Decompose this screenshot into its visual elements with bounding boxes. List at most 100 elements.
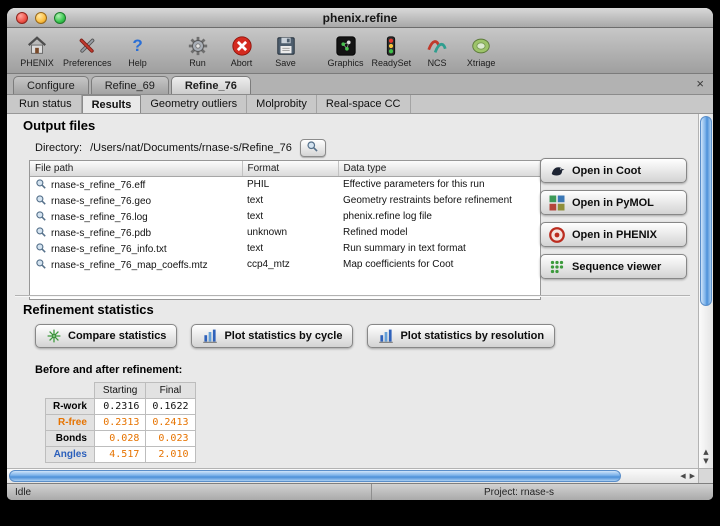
plot-by-cycle-button[interactable]: Plot statistics by cycle (191, 324, 353, 348)
sequence-viewer-button[interactable]: Sequence viewer (540, 254, 687, 279)
open-in-coot-button[interactable]: Open in Coot (540, 158, 687, 183)
file-name: rnase-s_refine_76.eff (51, 180, 145, 191)
directory-row: Directory: /Users/nat/Documents/rnase-s/… (35, 139, 326, 157)
tab-configure[interactable]: Configure (13, 76, 89, 94)
button-label: Plot statistics by cycle (224, 330, 342, 342)
close-window-button[interactable] (16, 12, 28, 24)
scroll-up-arrow-icon[interactable]: ▲ (703, 448, 708, 457)
output-files-heading: Output files (23, 118, 95, 133)
file-format: text (242, 241, 338, 257)
table-row[interactable]: rnase-s_refine_76_info.txt text Run summ… (30, 241, 540, 257)
statistics-buttons: Compare statistics Plot statistics by cy… (35, 324, 555, 348)
directory-value: /Users/nat/Documents/rnase-s/Refine_76 (90, 142, 292, 154)
toolbar-button-readyset[interactable]: ReadySet (368, 33, 416, 69)
status-bar: Idle Project: rnase-s (7, 483, 713, 500)
file-name: rnase-s_refine_76.geo (51, 196, 151, 207)
browse-directory-button[interactable] (300, 139, 326, 157)
table-row[interactable]: rnase-s_refine_76.log text phenix.refine… (30, 209, 540, 225)
column-header-data-type[interactable]: Data type (338, 161, 540, 177)
file-format: text (242, 209, 338, 225)
tab-geometry-outliers[interactable]: Geometry outliers (141, 95, 247, 113)
column-header-format[interactable]: Format (242, 161, 338, 177)
vertical-scrollbar-thumb[interactable] (700, 116, 712, 306)
refinement-stats-table: Starting Final R-work 0.2316 0.1622 R-fr… (45, 382, 196, 463)
magnifier-icon (35, 178, 47, 190)
toolbar-button-run[interactable]: Run (176, 33, 220, 69)
scroll-down-arrow-icon[interactable]: ▼ (703, 457, 708, 466)
stats-starting-value: 0.2313 (94, 415, 145, 431)
scroll-right-arrow-icon[interactable]: ▶ (690, 472, 695, 480)
toolbar-label: NCS (428, 58, 447, 68)
tab-refine-69[interactable]: Refine_69 (91, 76, 169, 94)
file-data-type: Map coefficients for Coot (338, 257, 540, 273)
stats-final-value: 0.023 (146, 431, 195, 447)
table-row[interactable]: rnase-s_refine_76_map_coeffs.mtz ccp4_mt… (30, 257, 540, 273)
toolbar-button-preferences[interactable]: Preferences (59, 33, 116, 69)
magnifier-icon (35, 258, 47, 270)
table-row[interactable]: rnase-s_refine_76.eff PHIL Effective par… (30, 177, 540, 193)
stats-row-label: R-free (46, 415, 95, 431)
toolbar-button-abort[interactable]: Abort (220, 33, 264, 69)
coot-icon (548, 162, 566, 180)
sequence-viewer-icon (548, 258, 566, 276)
file-data-type: Run summary in text format (338, 241, 540, 257)
titlebar[interactable]: phenix.refine (7, 8, 713, 28)
vertical-scrollbar[interactable]: ▲ ▼ (698, 114, 713, 468)
close-tab-icon[interactable]: × (696, 77, 704, 91)
bar-chart-icon (378, 328, 394, 344)
vertical-scroll-arrows: ▲ ▼ (699, 448, 713, 466)
tab-real-space-cc[interactable]: Real-space CC (317, 95, 411, 113)
compare-statistics-icon (46, 328, 62, 344)
abort-icon (231, 35, 253, 57)
toolbar-button-phenix[interactable]: PHENIX (15, 33, 59, 69)
button-label: Sequence viewer (572, 261, 661, 273)
stats-final-value: 2.010 (146, 447, 195, 463)
stats-final-value: 0.1622 (146, 399, 195, 415)
stats-row-angles: Angles 4.517 2.010 (46, 447, 196, 463)
scroll-left-arrow-icon[interactable]: ◀ (680, 472, 685, 480)
toolbar-button-graphics[interactable]: Graphics (324, 33, 368, 69)
zoom-window-button[interactable] (54, 12, 66, 24)
plot-by-resolution-button[interactable]: Plot statistics by resolution (367, 324, 555, 348)
bar-chart-icon (202, 328, 218, 344)
toolbar-button-ncs[interactable]: NCS (415, 33, 459, 69)
tab-label: Results (92, 99, 132, 111)
toolbar-button-help[interactable]: ? Help (116, 33, 160, 69)
tab-results[interactable]: Results (82, 95, 142, 113)
tab-label: Configure (27, 80, 75, 92)
table-row[interactable]: rnase-s_refine_76.geo text Geometry rest… (30, 193, 540, 209)
project-label: Project: rnase-s (371, 484, 713, 500)
stats-row-r-free: R-free 0.2313 0.2413 (46, 415, 196, 431)
horizontal-scrollbar[interactable]: ◀ ▶ (7, 468, 698, 483)
column-header-file-path[interactable]: File path (30, 161, 242, 177)
window-controls (16, 12, 66, 24)
tab-label: Refine_76 (185, 80, 237, 92)
toolbar-label: Xtriage (467, 58, 496, 68)
magnifier-icon (35, 194, 47, 206)
minimize-window-button[interactable] (35, 12, 47, 24)
horizontal-scrollbar-thumb[interactable] (9, 470, 621, 482)
toolbar-label: PHENIX (20, 58, 54, 68)
stats-column-starting: Starting (94, 383, 145, 399)
tab-molprobity[interactable]: Molprobity (247, 95, 317, 113)
toolbar-button-xtriage[interactable]: Xtriage (459, 33, 503, 69)
compare-statistics-button[interactable]: Compare statistics (35, 324, 177, 348)
magnifier-icon (35, 226, 47, 238)
table-row[interactable]: rnase-s_refine_76.pdb unknown Refined mo… (30, 225, 540, 241)
tab-label: Molprobity (256, 98, 307, 110)
tab-refine-76[interactable]: Refine_76 (171, 76, 251, 94)
button-label: Plot statistics by resolution (400, 330, 544, 342)
file-format: ccp4_mtz (242, 257, 338, 273)
tab-run-status[interactable]: Run status (10, 95, 82, 113)
open-in-pymol-button[interactable]: Open in PyMOL (540, 190, 687, 215)
graphics-icon (335, 35, 357, 57)
save-icon (275, 35, 297, 57)
tab-label: Real-space CC (326, 98, 401, 110)
file-name: rnase-s_refine_76_map_coeffs.mtz (51, 260, 208, 271)
status-text: Idle (7, 487, 371, 498)
section-divider (15, 295, 690, 297)
toolbar-label: Save (275, 58, 296, 68)
stats-starting-value: 4.517 (94, 447, 145, 463)
open-in-phenix-button[interactable]: Open in PHENIX (540, 222, 687, 247)
toolbar-button-save[interactable]: Save (264, 33, 308, 69)
